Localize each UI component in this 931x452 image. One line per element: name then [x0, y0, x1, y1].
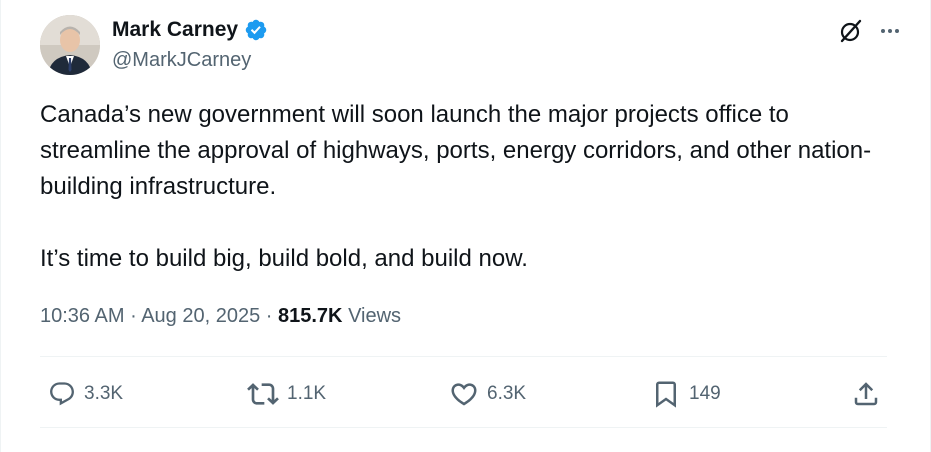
like-button[interactable]: 6.3K [449, 374, 526, 414]
author-display-name[interactable]: Mark Carney [112, 17, 238, 43]
reply-count: 3.3K [84, 383, 124, 404]
tweet-top-actions [838, 18, 902, 44]
divider [40, 356, 887, 357]
tweet-paragraph: Canada’s new government will soon launch… [40, 101, 872, 200]
bookmark-icon [656, 381, 676, 408]
avatar-photo-icon [40, 15, 100, 75]
share-button[interactable] [851, 374, 881, 414]
grok-icon[interactable] [838, 18, 864, 44]
divider [40, 427, 887, 428]
tweet-card: Mark Carney @MarkJCarney Canada’s new go… [0, 0, 931, 452]
tweet-paragraph: It’s time to build big, build bold, and … [40, 245, 528, 272]
reply-icon [50, 382, 74, 406]
views-label: Views [348, 305, 402, 327]
repost-count: 1.1K [287, 383, 327, 404]
meta-separator: · [130, 305, 137, 327]
bookmark-count: 149 [689, 383, 721, 404]
tweet-meta: 10:36 AM · Aug 20, 2025 · 815.7K Views [40, 302, 401, 330]
bookmark-button[interactable]: 149 [651, 374, 721, 414]
tweet-text: Canada’s new government will soon launch… [40, 97, 900, 277]
like-count: 6.3K [487, 383, 527, 404]
repost-icon [247, 383, 279, 405]
more-options-icon[interactable] [878, 19, 902, 43]
tweet-date[interactable]: Aug 20, 2025 [141, 305, 260, 327]
views-count[interactable]: 815.7K [278, 305, 343, 327]
repost-button[interactable]: 1.1K [247, 374, 326, 414]
reply-button[interactable]: 3.3K [48, 374, 123, 414]
heart-icon [451, 383, 477, 406]
author-handle[interactable]: @MarkJCarney [112, 47, 251, 73]
verified-badge-icon[interactable] [244, 18, 268, 42]
avatar[interactable] [40, 15, 100, 75]
meta-separator: · [265, 305, 273, 327]
author-name-row: Mark Carney [112, 17, 268, 43]
tweet-time[interactable]: 10:36 AM [40, 305, 125, 327]
share-icon [854, 382, 878, 406]
